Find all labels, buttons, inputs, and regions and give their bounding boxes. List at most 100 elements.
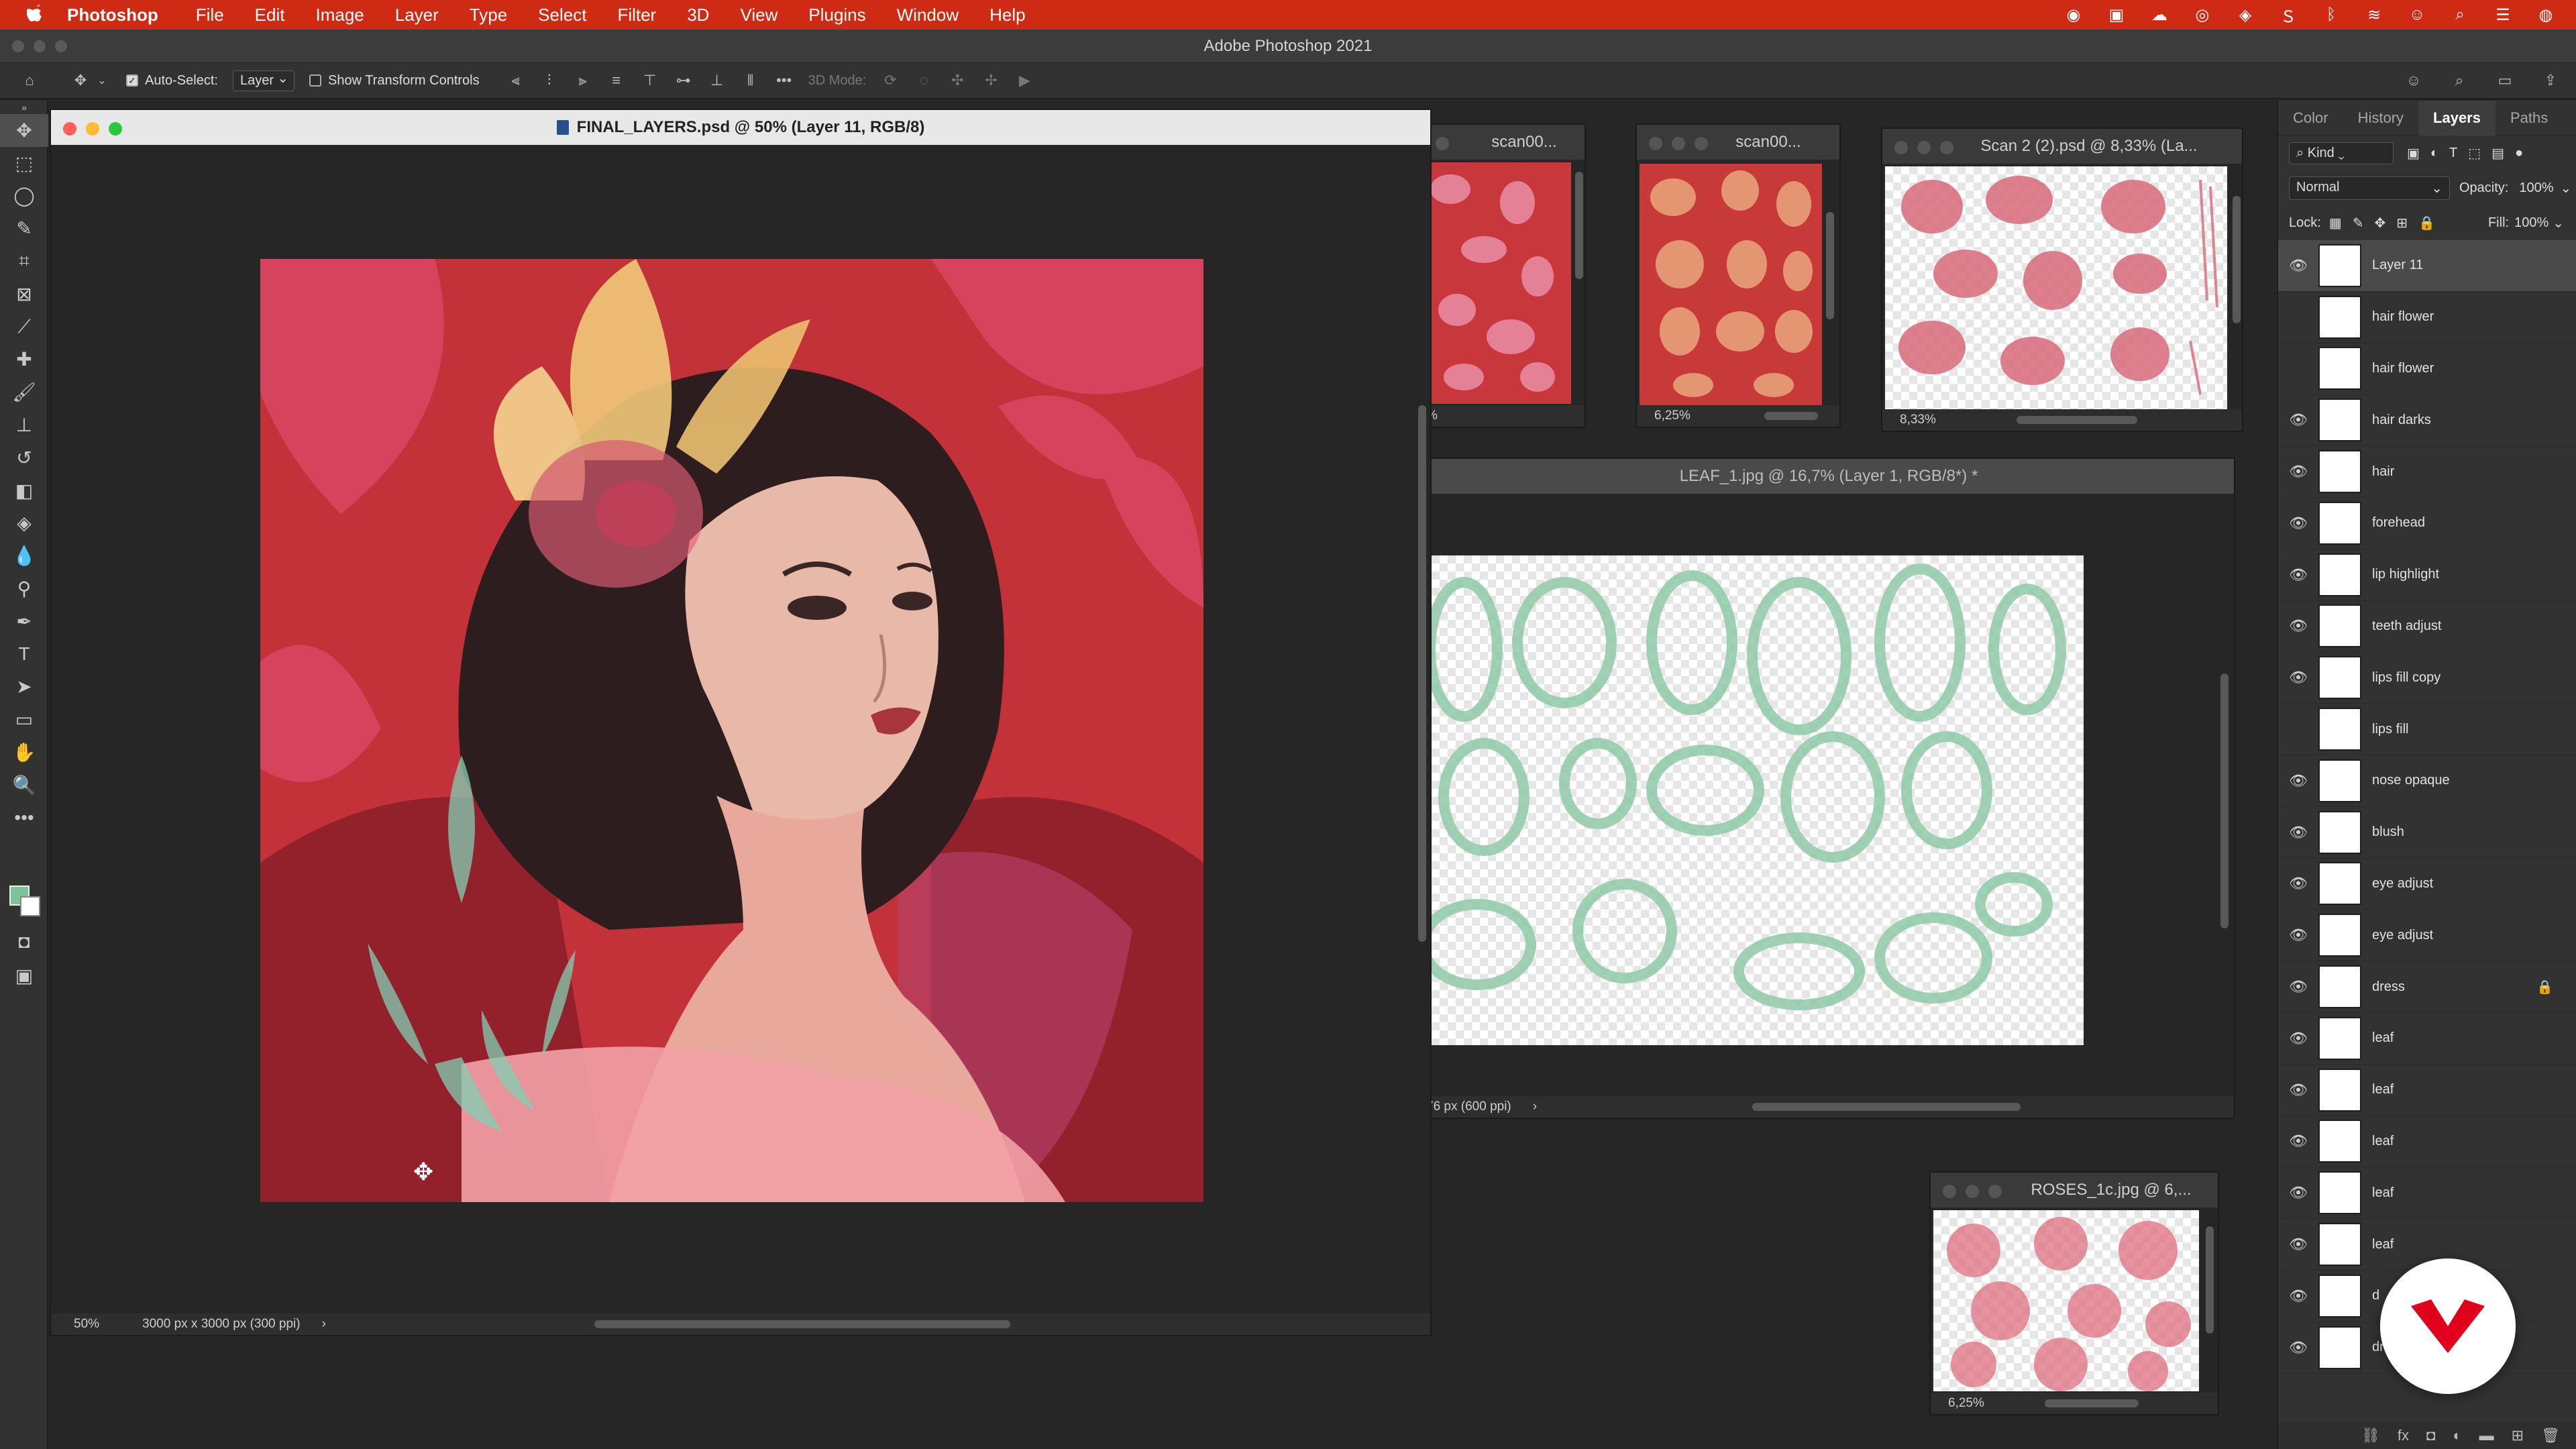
zoom-tool-icon[interactable]: 🔍 xyxy=(0,769,48,802)
fx-icon[interactable]: fx xyxy=(2398,1427,2409,1444)
share-icon[interactable]: ⇪ xyxy=(2541,71,2560,90)
transform-controls-toggle[interactable]: Show Transform Controls xyxy=(309,73,480,89)
user-share-icon[interactable]: ☺ xyxy=(2404,71,2423,90)
distribute-icon[interactable]: ≡ xyxy=(607,71,626,90)
layer-row[interactable]: 👁 Layer 11 xyxy=(2278,240,2576,292)
opacity-field[interactable]: 100% xyxy=(2512,178,2560,199)
filter-smart-icon[interactable]: ▤ xyxy=(2491,145,2504,162)
display-icon[interactable]: ▣ xyxy=(2106,5,2127,25)
doc-minimize-button[interactable] xyxy=(86,122,99,136)
visibility-eye-icon[interactable]: 👁 xyxy=(2278,1287,2318,1305)
menu-edit[interactable]: Edit xyxy=(255,5,285,25)
leaf-vscroll[interactable] xyxy=(2220,674,2229,928)
menu-app-name[interactable]: Photoshop xyxy=(67,5,158,25)
layer-row[interactable]: 👁 leaf xyxy=(2278,1167,2576,1220)
screen-mode-icon[interactable]: ▣ xyxy=(0,959,48,992)
menu-view[interactable]: View xyxy=(740,5,777,25)
layer-row[interactable]: 👁 hair xyxy=(2278,446,2576,498)
workspace-icon[interactable]: ▭ xyxy=(2496,71,2514,90)
3d-camera-icon[interactable]: ▶ xyxy=(1015,71,1034,90)
tab-color[interactable]: Color xyxy=(2278,101,2343,136)
doc-title-roses[interactable]: ROSES_1c.jpg @ 6,... xyxy=(1931,1173,2218,1208)
layer-row[interactable]: 👁 leaf xyxy=(2278,1013,2576,1065)
menu-filter[interactable]: Filter xyxy=(617,5,656,25)
eraser-tool-icon[interactable]: ◧ xyxy=(0,474,48,507)
layer-row[interactable]: 👁 hair darks xyxy=(2278,394,2576,447)
lasso-tool-icon[interactable]: ◯ xyxy=(0,180,48,213)
scan-3-hscroll[interactable] xyxy=(2017,416,2137,424)
doc-window-roses[interactable]: ROSES_1c.jpg @ 6,... 6,25% xyxy=(1929,1171,2219,1415)
layer-row[interactable]: hair flower xyxy=(2278,343,2576,395)
doc-window-scan-2[interactable]: scan00... 6,25% xyxy=(1635,123,1841,428)
zoom-level[interactable]: 50% xyxy=(74,1317,99,1332)
align-middle-icon[interactable]: ⊶ xyxy=(674,71,693,90)
visibility-eye-icon[interactable]: 👁 xyxy=(2278,1081,2318,1099)
pen-tool-icon[interactable]: ✒ xyxy=(0,605,48,638)
app-zoom-button[interactable] xyxy=(55,40,67,52)
user-icon[interactable]: ☺ xyxy=(2407,5,2427,25)
doc-window-main[interactable]: FINAL_LAYERS.psd @ 50% (Layer 11, RGB/8) xyxy=(50,109,1432,1336)
quick-select-tool-icon[interactable]: ✎ xyxy=(0,212,48,245)
rectangle-tool-icon[interactable]: ▭ xyxy=(0,703,48,736)
auto-select-toggle[interactable]: ✓ Auto-Select: xyxy=(126,73,218,89)
menu-type[interactable]: Type xyxy=(470,5,507,25)
visibility-eye-icon[interactable]: 👁 xyxy=(2278,824,2318,841)
3d-slide-icon[interactable]: ✢ xyxy=(981,71,1000,90)
visibility-eye-icon[interactable]: 👁 xyxy=(2278,1184,2318,1201)
bucket-tool-icon[interactable]: ◈ xyxy=(0,507,48,540)
group-icon[interactable]: ▬ xyxy=(2479,1427,2494,1444)
main-hscroll[interactable] xyxy=(594,1320,1010,1328)
history-brush-icon[interactable]: ↺ xyxy=(0,441,48,474)
layer-row[interactable]: 👁 nose opaque xyxy=(2278,755,2576,807)
layer-row[interactable]: lips fill xyxy=(2278,704,2576,755)
transform-checkbox[interactable] xyxy=(309,74,321,87)
tab-paths[interactable]: Paths xyxy=(2496,101,2563,136)
scan-1-vscroll[interactable] xyxy=(1575,172,1583,279)
layer-row[interactable]: 👁 lips fill copy xyxy=(2278,652,2576,704)
layer-row[interactable]: 👁 blush xyxy=(2278,807,2576,859)
align-top-icon[interactable]: ⊤ xyxy=(641,71,659,90)
auto-select-checkbox[interactable]: ✓ xyxy=(126,74,138,87)
bluetooth-icon[interactable]: ᛒ xyxy=(2321,5,2341,25)
roses-hscroll[interactable] xyxy=(2045,1399,2139,1407)
creative-cloud-icon[interactable]: ☁ xyxy=(2149,5,2169,25)
stamp-tool-icon[interactable]: ⊥ xyxy=(0,409,48,441)
chevron-down-icon[interactable]: ⌄ xyxy=(2553,215,2564,231)
menu-select[interactable]: Select xyxy=(538,5,586,25)
menu-plugins[interactable]: Plugins xyxy=(808,5,865,25)
leaf-hscroll[interactable] xyxy=(1752,1103,2021,1111)
3d-roll-icon[interactable]: ◌ xyxy=(914,71,933,90)
visibility-eye-icon[interactable]: 👁 xyxy=(2278,1132,2318,1150)
doc-title-scan-1[interactable]: scan00... xyxy=(1424,125,1585,160)
vpn-icon[interactable]: ◈ xyxy=(2235,5,2255,25)
panel-menu-icon[interactable]: ☰ xyxy=(2563,101,2576,136)
wifi-icon[interactable]: ≋ xyxy=(2364,5,2384,25)
filter-type-icon[interactable]: T xyxy=(2449,146,2457,161)
siri-icon[interactable]: ◍ xyxy=(2536,5,2556,25)
kind-filter[interactable]: ⌕ Kind ⌄ xyxy=(2289,142,2394,164)
blur-tool-icon[interactable]: 💧 xyxy=(0,539,48,572)
layer-row[interactable]: 👁 leaf xyxy=(2278,1065,2576,1116)
app-minimize-button[interactable] xyxy=(34,40,46,52)
type-tool-icon[interactable]: T xyxy=(0,638,48,671)
eyedropper-tool-icon[interactable]: ⟋ xyxy=(0,311,48,343)
more-options-icon[interactable]: ••• xyxy=(775,71,794,90)
visibility-eye-icon[interactable]: 👁 xyxy=(2278,669,2318,686)
align-center-icon[interactable]: ⫶ xyxy=(540,71,559,90)
layer-row[interactable]: 👁 forehead xyxy=(2278,498,2576,549)
tab-history[interactable]: History xyxy=(2343,101,2418,136)
quick-mask-icon[interactable]: ◘ xyxy=(0,926,48,959)
layer-row[interactable]: 👁 dress 🔒 xyxy=(2278,961,2576,1013)
layer-row[interactable]: hair flower xyxy=(2278,292,2576,343)
control-center-icon[interactable]: ☰ xyxy=(2493,5,2513,25)
home-icon[interactable]: ⌂ xyxy=(20,71,39,90)
doc-close-button[interactable] xyxy=(63,122,76,136)
new-layer-icon[interactable]: ⊞ xyxy=(2512,1427,2524,1444)
lock-pixels-icon[interactable]: ✎ xyxy=(2353,215,2364,231)
3d-pan-icon[interactable]: ✣ xyxy=(948,71,967,90)
menu-help[interactable]: Help xyxy=(989,5,1025,25)
lock-transparent-icon[interactable]: ▦ xyxy=(2329,215,2342,231)
link-icon[interactable]: ⛓ xyxy=(2361,1427,2380,1444)
background-color-swatch[interactable] xyxy=(20,896,40,916)
main-canvas[interactable]: ✥ xyxy=(260,259,1203,1202)
